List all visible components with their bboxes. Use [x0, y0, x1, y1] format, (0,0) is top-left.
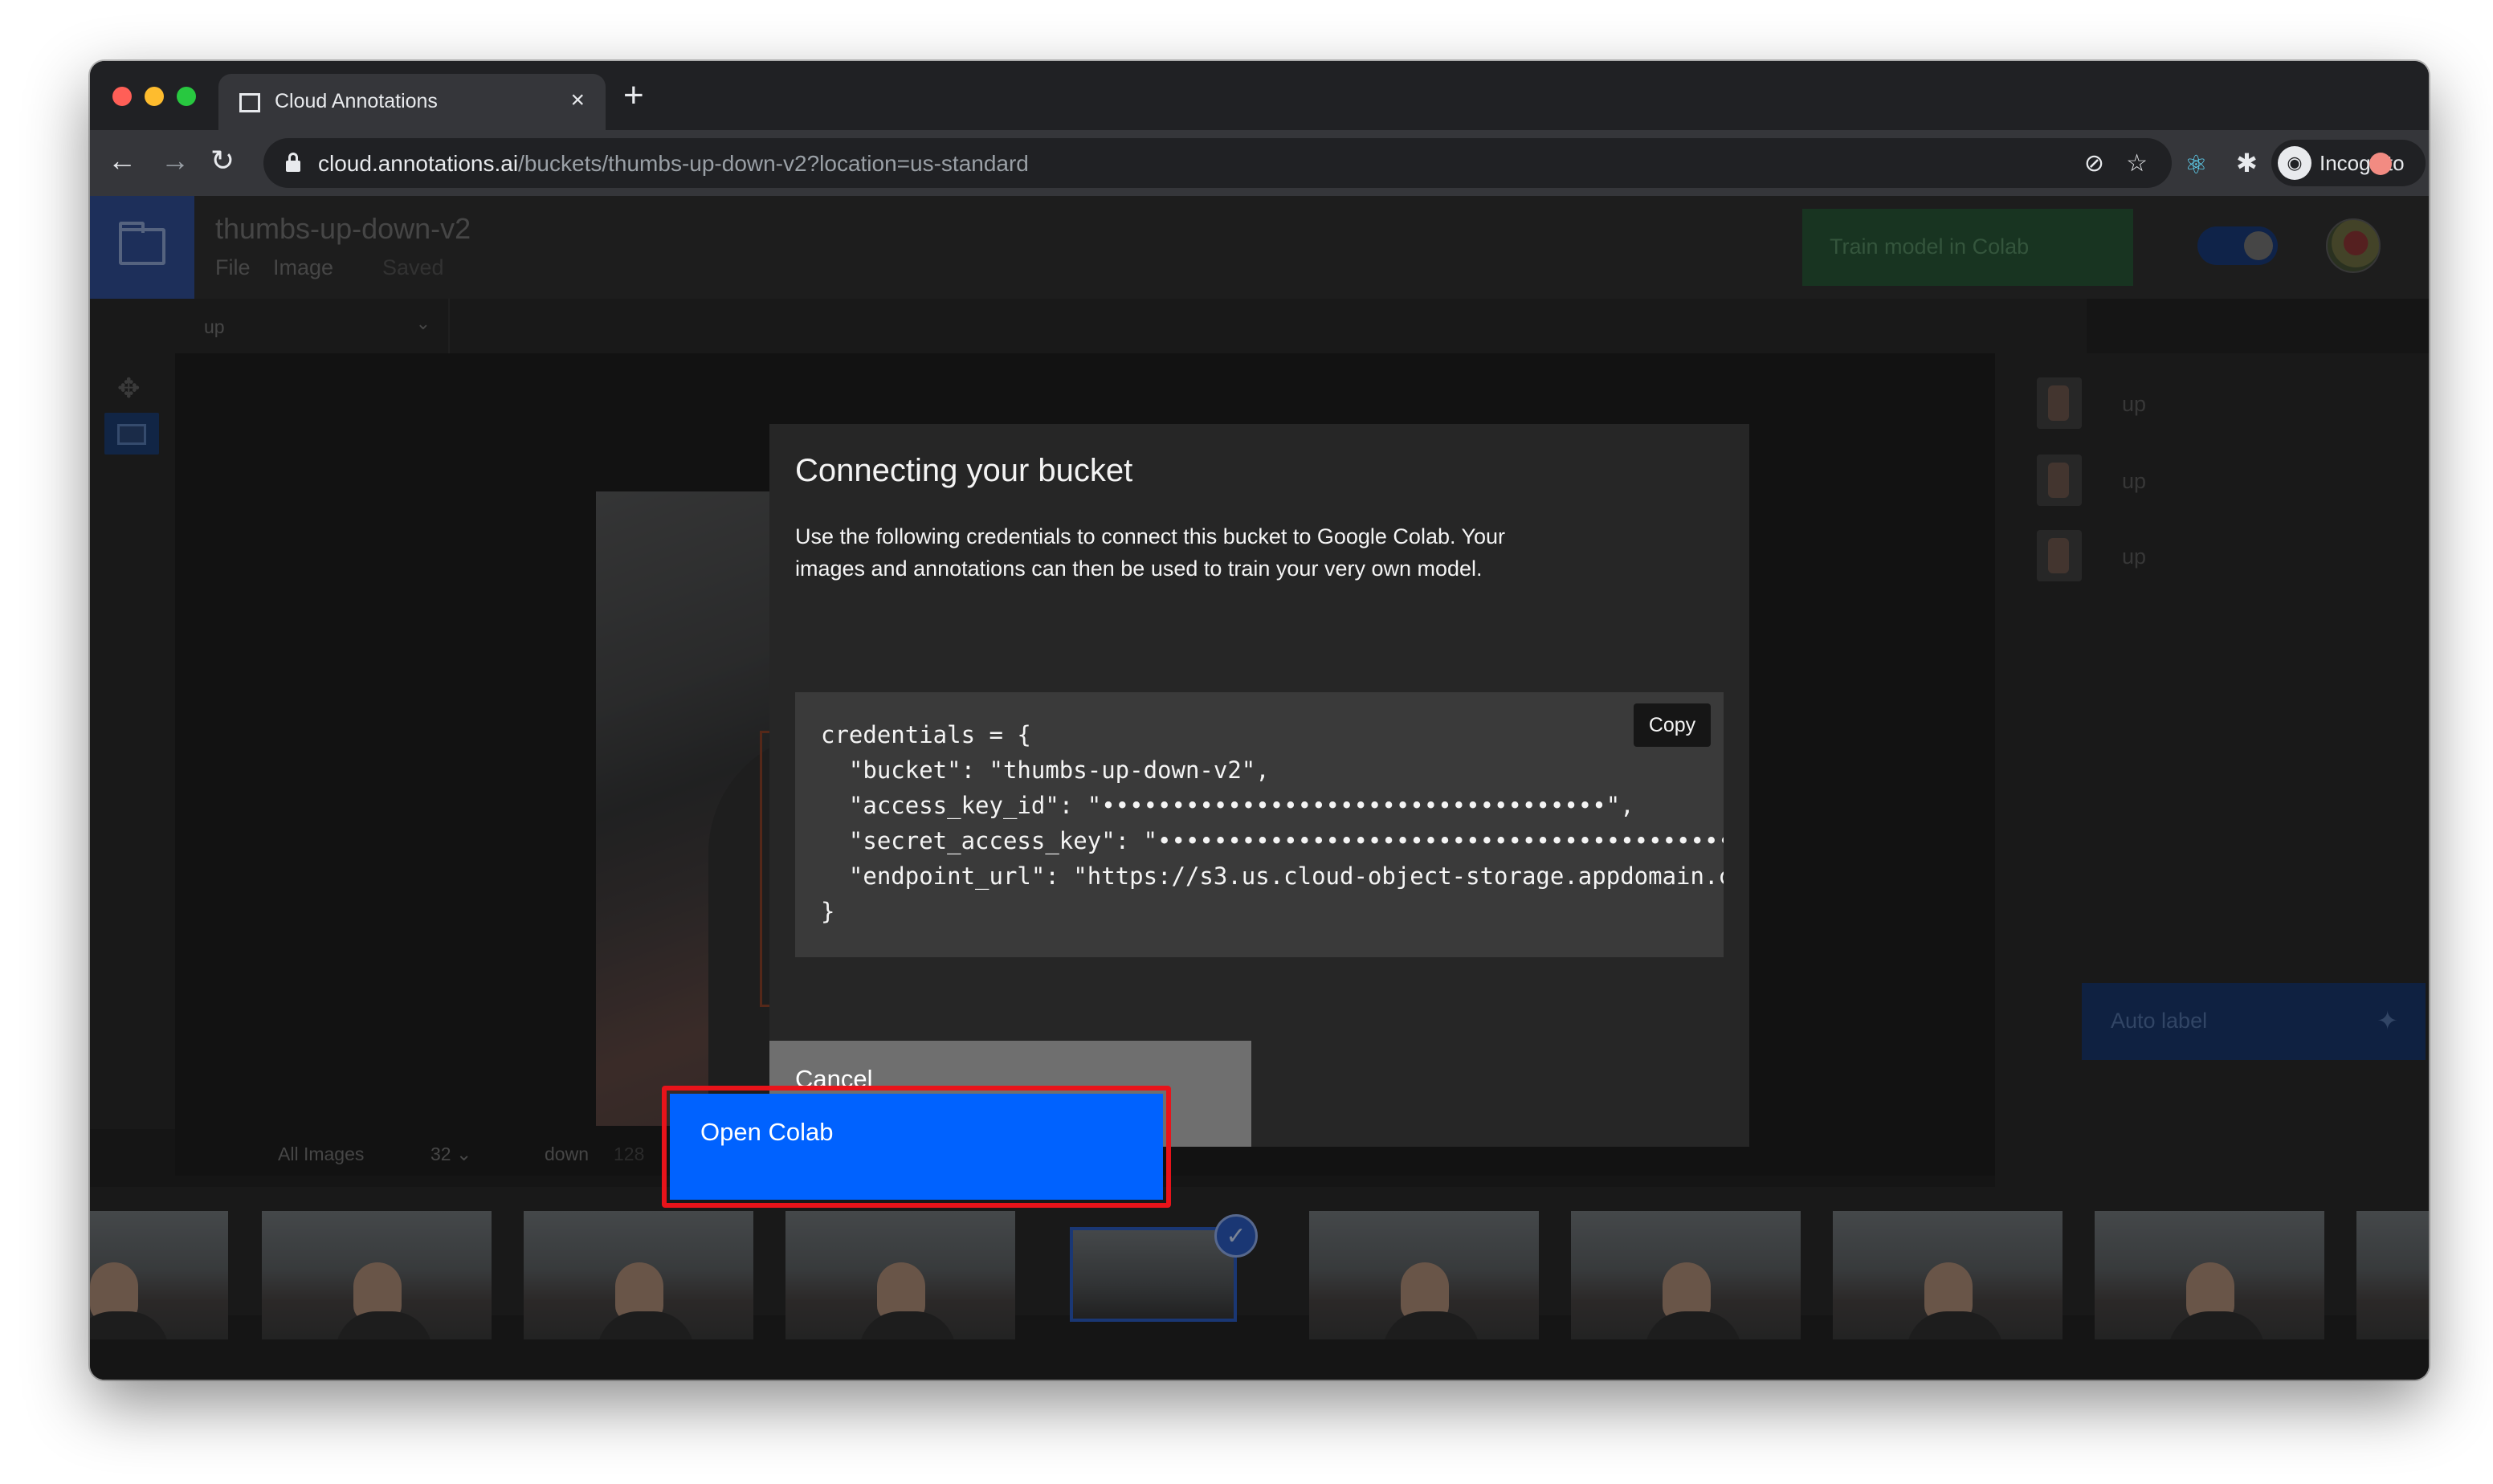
browser-toolbar: ← → ↻ cloud.annotations.ai/buckets/thumb…	[90, 130, 2429, 196]
connect-bucket-modal: Connecting your bucket Use the following…	[769, 424, 1749, 1147]
url-path: /buckets/thumbs-up-down-v2?location=us-s…	[518, 151, 1029, 176]
back-icon[interactable]: ←	[108, 143, 137, 178]
url-text[interactable]: cloud.annotations.ai/buckets/thumbs-up-d…	[318, 151, 1029, 177]
address-bar[interactable]: cloud.annotations.ai/buckets/thumbs-up-d…	[263, 138, 2172, 188]
tab-title: Cloud Annotations	[275, 90, 438, 112]
lock-icon[interactable]	[286, 153, 300, 172]
eye-off-icon[interactable]: ⊘	[2084, 149, 2104, 177]
code-line: "endpoint_url": "https://s3.us.cloud-obj…	[821, 862, 1724, 890]
react-devtools-icon[interactable]: ⚛	[2185, 149, 2208, 180]
tab-close-icon[interactable]: ×	[570, 87, 585, 114]
reload-icon[interactable]: ↻	[210, 143, 235, 178]
credentials-code-block: credentials = { "bucket": "thumbs-up-dow…	[795, 692, 1724, 957]
incognito-icon: ◉	[2278, 146, 2311, 180]
minimize-window-button[interactable]	[145, 87, 164, 106]
modal-title: Connecting your bucket	[795, 453, 1133, 488]
code-line: "bucket": "thumbs-up-down-v2",	[821, 756, 1270, 784]
browser-window: Cloud Annotations × + ← → ↻ cloud.annota…	[90, 61, 2429, 1380]
code-line: }	[821, 898, 835, 925]
forward-icon[interactable]: →	[161, 143, 190, 178]
code-line: "access_key_id": "••••••••••••••••••••••…	[821, 792, 1634, 819]
code-line: credentials = {	[821, 721, 1031, 748]
code-line: "secret_access_key": "••••••••••••••••••…	[821, 827, 1724, 854]
tab-cloud-annotations[interactable]: Cloud Annotations ×	[218, 74, 606, 130]
tab-strip: Cloud Annotations × +	[90, 61, 2429, 130]
maximize-window-button[interactable]	[177, 87, 196, 106]
highlight-box	[662, 1086, 1171, 1208]
url-host: cloud.annotations.ai	[318, 151, 519, 176]
extensions-puzzle-icon[interactable]: ✱	[2236, 148, 2258, 178]
incognito-profile-chip[interactable]: ◉ Incognito	[2271, 140, 2426, 186]
star-icon[interactable]: ☆	[2126, 149, 2148, 177]
update-icon[interactable]	[2369, 153, 2392, 175]
new-tab-button[interactable]: +	[623, 74, 644, 117]
copy-button[interactable]: Copy	[1634, 703, 1711, 747]
favicon-icon	[239, 93, 260, 112]
close-window-button[interactable]	[112, 87, 132, 106]
modal-description: Use the following credentials to connect…	[795, 524, 1506, 581]
